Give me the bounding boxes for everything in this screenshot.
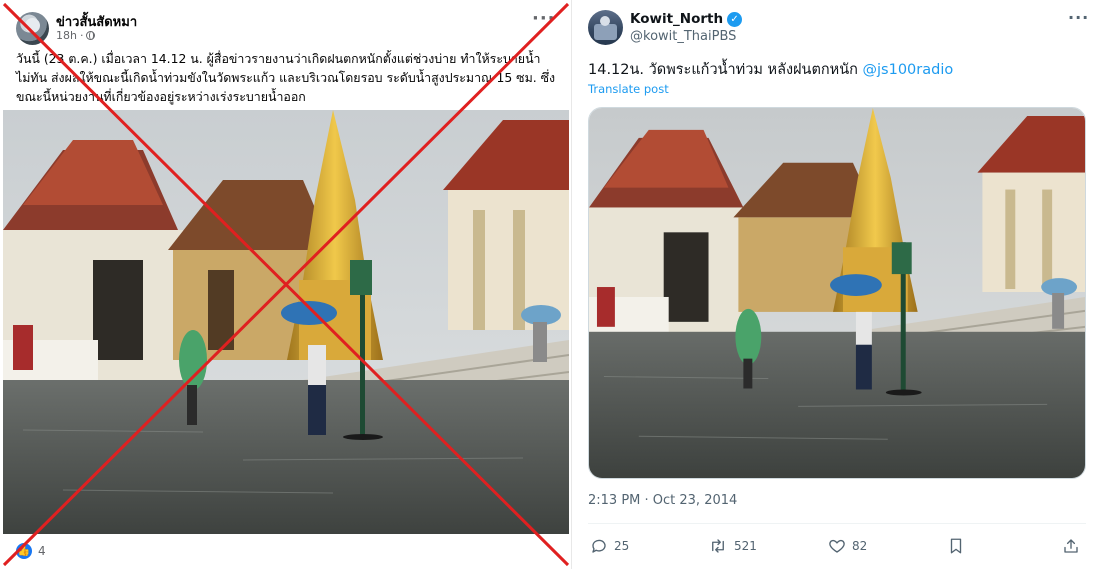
verified-badge-icon[interactable]: ✓ bbox=[727, 11, 743, 27]
repost-button[interactable]: 521 bbox=[708, 535, 757, 557]
post-photo[interactable] bbox=[588, 107, 1086, 479]
reaction-summary[interactable]: 👍 4 bbox=[16, 543, 46, 559]
separator bbox=[588, 523, 1086, 524]
more-horizontal-icon[interactable]: ··· bbox=[532, 8, 556, 29]
share-icon bbox=[1064, 539, 1078, 553]
reply-button[interactable]: 25 bbox=[590, 535, 629, 557]
repost-icon bbox=[712, 539, 724, 553]
share-button[interactable] bbox=[1062, 535, 1080, 557]
post-time[interactable]: 18h bbox=[56, 29, 77, 42]
translate-post-link[interactable]: Translate post bbox=[588, 82, 669, 96]
heart-icon bbox=[829, 539, 845, 553]
reaction-count: 4 bbox=[38, 544, 46, 558]
bookmark-button[interactable] bbox=[948, 535, 964, 557]
post-timestamp[interactable]: 2:13 PM · Oct 23, 2014 bbox=[588, 493, 737, 508]
display-name[interactable]: Kowit_North bbox=[630, 11, 723, 27]
reply-count: 25 bbox=[614, 539, 630, 553]
post-photo[interactable] bbox=[3, 110, 569, 534]
page-avatar[interactable] bbox=[16, 12, 49, 45]
facebook-post: ข่าวสั้นสัดหมา 18h · ··· วันนี้ (23 ต.ค.… bbox=[0, 0, 572, 569]
like-count: 82 bbox=[852, 539, 868, 553]
post-meta: 18h · bbox=[56, 29, 96, 42]
more-horizontal-icon[interactable]: ··· bbox=[1068, 8, 1089, 27]
user-avatar[interactable] bbox=[588, 10, 623, 45]
bookmark-icon bbox=[950, 538, 962, 554]
like-button[interactable]: 82 bbox=[828, 535, 867, 557]
post-text-body: 14.12น. วัดพระแก้วน้ำท่วม หลังฝนตกหนัก bbox=[588, 62, 863, 78]
repost-count: 521 bbox=[734, 539, 757, 553]
user-handle[interactable]: @kowit_ThaiPBS bbox=[630, 29, 736, 44]
action-bar: 25 521 82 bbox=[590, 535, 1086, 557]
like-icon: 👍 bbox=[16, 543, 32, 559]
post-body: วันนี้ (23 ต.ค.) เมื่อเวลา 14.12 น. ผู้ส… bbox=[16, 51, 556, 104]
x-post: Kowit_North ✓ @kowit_ThaiPBS ··· 14.12น.… bbox=[572, 0, 1100, 569]
display-name-row[interactable]: Kowit_North ✓ bbox=[630, 11, 743, 27]
post-text: 14.12น. วัดพระแก้วน้ำท่วม หลังฝนตกหนัก @… bbox=[588, 58, 953, 81]
reply-icon bbox=[592, 539, 606, 553]
mention-link[interactable]: @js100radio bbox=[863, 62, 954, 78]
globe-icon bbox=[86, 31, 96, 40]
